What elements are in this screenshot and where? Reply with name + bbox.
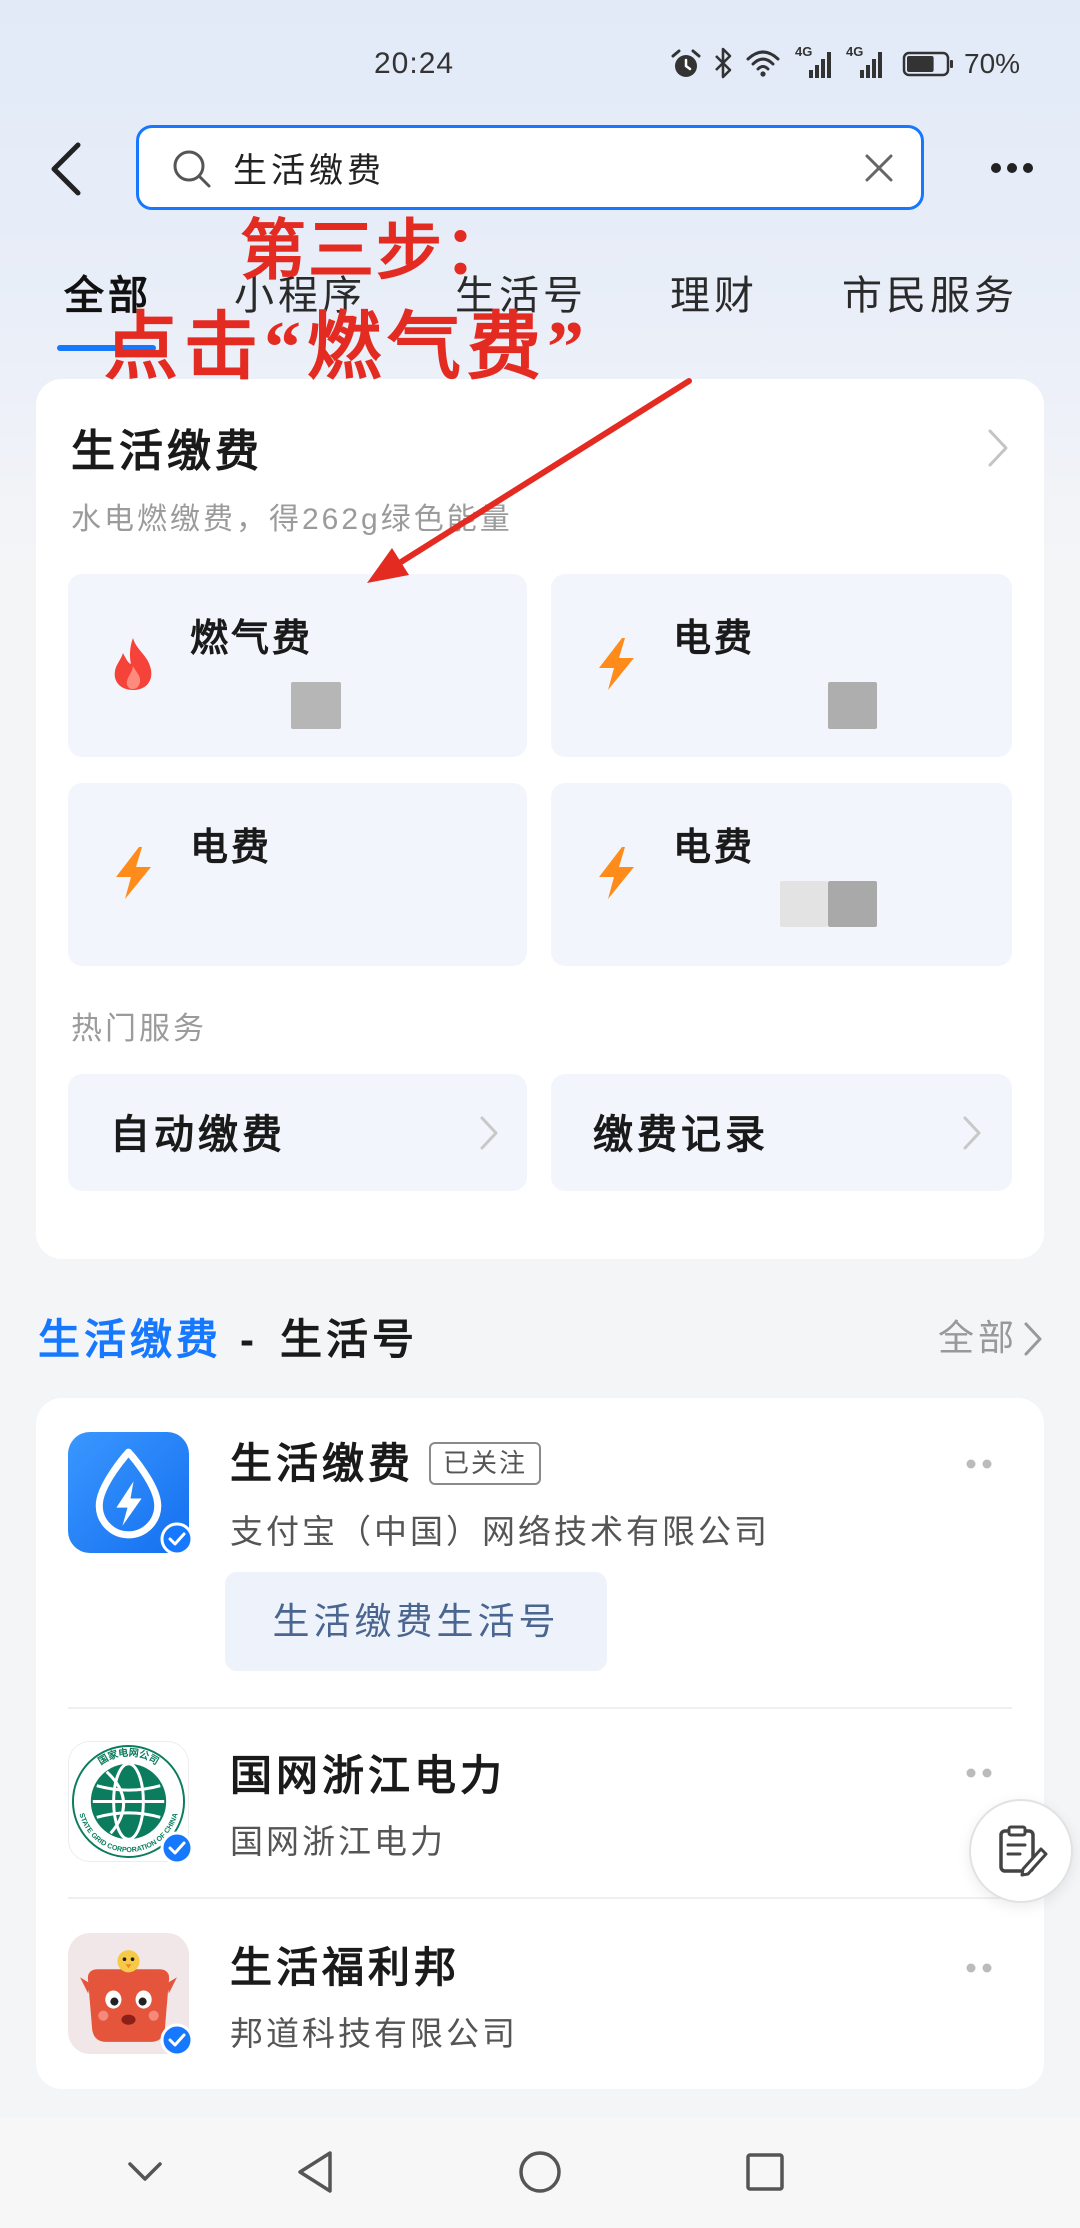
more-options-icon[interactable] — [988, 158, 1036, 178]
network-type-label: 4G — [795, 44, 812, 59]
nav-home-icon[interactable] — [518, 2150, 562, 2194]
battery-level-fill — [907, 56, 934, 72]
flame-icon — [114, 638, 152, 690]
cell-signal-1-icon: 4G — [795, 44, 831, 78]
auto-pay-button[interactable]: 自动缴费 — [68, 1074, 527, 1191]
search-icon — [173, 150, 211, 188]
chevron-right-icon — [480, 1116, 498, 1150]
verified-badge-icon — [160, 1831, 194, 1865]
lightning-icon — [599, 638, 634, 690]
network-type-label: 4G — [846, 44, 863, 59]
clipboard-edit-icon — [999, 1825, 1048, 1877]
search-bar[interactable] — [136, 125, 924, 210]
chevron-right-icon[interactable] — [1022, 1320, 1044, 1358]
section-title-highlight: 生活缴费 — [38, 1316, 223, 1363]
account-name: 生活福利邦 — [230, 1944, 461, 1991]
annotation-arrow — [367, 378, 692, 583]
nav-recents-icon[interactable] — [745, 2152, 785, 2192]
back-arrow-icon[interactable] — [44, 140, 88, 198]
status-time: 20:24 — [374, 47, 455, 80]
tile-electricity-fee[interactable]: 电费 — [551, 574, 1012, 757]
lightning-icon — [116, 847, 151, 899]
list-item[interactable]: 生活福利邦 邦道科技有限公司 — [36, 1899, 1044, 2089]
tile-label: 电费 — [673, 618, 756, 660]
tile-gas-fee[interactable]: 燃气费 — [68, 574, 527, 757]
annotation-step-label: 第三步： — [240, 215, 512, 288]
tab-wealth[interactable]: 理财 — [670, 272, 758, 320]
card-title: 生活缴费 — [71, 427, 263, 476]
tile-label: 燃气费 — [190, 618, 314, 660]
payment-history-label: 缴费记录 — [593, 1113, 769, 1157]
list-item[interactable]: 国家电网公司 STATE GRID CORPORATION OF CHINA 国… — [36, 1709, 1044, 1897]
account-organization: 邦道科技有限公司 — [230, 2015, 518, 2052]
wifi-icon — [746, 50, 780, 77]
list-item[interactable]: 生活缴费 已关注 支付宝（中国）网络技术有限公司 生活缴费生活号 — [36, 1398, 1044, 1707]
more-options-icon[interactable] — [964, 1961, 994, 1975]
chevron-right-icon — [963, 1116, 981, 1150]
redacted-account-mask — [780, 881, 828, 927]
tab-citizen-services[interactable]: 市民服务 — [842, 272, 1018, 320]
account-organization: 支付宝（中国）网络技术有限公司 — [230, 1513, 770, 1550]
more-options-icon[interactable] — [964, 1766, 994, 1780]
account-name: 国网浙江电力 — [230, 1752, 507, 1799]
redacted-account-mask — [828, 881, 877, 927]
account-organization: 国网浙江电力 — [230, 1823, 446, 1860]
see-all-link[interactable]: 全部 — [938, 1316, 1018, 1359]
life-account-link-button[interactable]: 生活缴费生活号 — [225, 1572, 607, 1671]
feedback-floating-button[interactable] — [969, 1799, 1073, 1903]
search-input[interactable] — [233, 128, 793, 207]
nav-back-icon[interactable] — [295, 2149, 335, 2195]
followed-badge: 已关注 — [429, 1442, 541, 1485]
redacted-account-mask — [291, 682, 341, 729]
clear-search-icon[interactable] — [861, 150, 897, 186]
tile-label: 电费 — [190, 827, 273, 869]
verified-badge-icon — [160, 2023, 194, 2057]
redacted-account-mask — [828, 682, 877, 729]
chevron-right-icon[interactable] — [986, 427, 1010, 469]
tile-electricity-fee[interactable]: 电费 — [68, 783, 527, 966]
cell-signal-2-icon: 4G — [846, 44, 882, 78]
section-title-separator: - — [240, 1316, 259, 1363]
auto-pay-label: 自动缴费 — [110, 1113, 286, 1157]
lightning-icon — [599, 847, 634, 899]
hot-services-label: 热门服务 — [71, 1011, 207, 1046]
battery-percentage: 70% — [964, 48, 1021, 79]
alarm-icon — [671, 49, 701, 77]
tile-electricity-fee[interactable]: 电费 — [551, 783, 1012, 966]
verified-badge-icon — [160, 1522, 194, 1556]
bluetooth-icon — [715, 47, 732, 79]
section-title-rest: 生活号 — [280, 1316, 419, 1363]
more-options-icon[interactable] — [964, 1457, 994, 1471]
system-navigation-bar — [0, 2117, 1080, 2228]
life-accounts-list: 生活缴费 已关注 支付宝（中国）网络技术有限公司 生活缴费生活号 国家电网公司 … — [36, 1398, 1044, 2089]
tile-label: 电费 — [673, 827, 756, 869]
account-name: 生活缴费 — [230, 1440, 415, 1487]
chevron-down-icon[interactable] — [127, 2161, 163, 2183]
battery-icon — [902, 51, 953, 77]
section-title: 生活缴费 - 生活号 — [38, 1315, 418, 1365]
payment-history-button[interactable]: 缴费记录 — [551, 1074, 1012, 1191]
